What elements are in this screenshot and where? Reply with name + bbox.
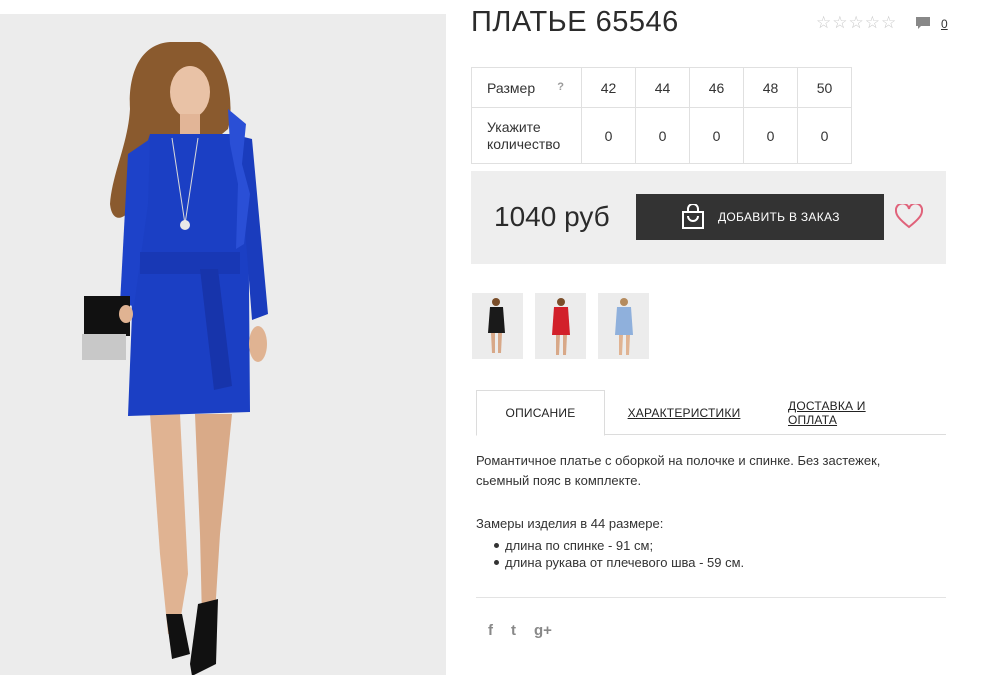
social-share: f t g+ [488,622,552,639]
list-item: длина рукава от плечевого шва - 59 см. [493,555,745,570]
star-icon[interactable]: ☆ [865,14,880,31]
facebook-icon[interactable]: f [488,622,493,639]
size-option: 42 [581,67,636,108]
add-to-order-button[interactable]: ДОБАВИТЬ В ЗАКАЗ [636,194,884,240]
price: 1040 руб [494,201,610,232]
size-option: 44 [635,67,690,108]
quantity-input[interactable]: 0 [689,107,744,164]
shopping-bag-icon [682,204,704,229]
product-tabs: ОПИСАНИЕ ХАРАКТЕРИСТИКИ ДОСТАВКА И ОПЛАТ… [476,390,946,436]
description-text: Романтичное платье с оборкой на полочке … [476,453,881,488]
divider [476,597,946,598]
size-label-cell: Размер ? [471,67,582,108]
heart-icon[interactable] [895,204,923,229]
thumbnail-black-dress[interactable] [472,293,523,359]
product-main-photo[interactable] [0,14,446,675]
thumbnail-light-blue-dress[interactable] [598,293,649,359]
comment-count[interactable]: 0 [941,16,948,32]
list-item: длина по спинке - 91 см; [493,537,744,554]
comments-link[interactable]: 0 [915,16,948,32]
tab-description[interactable]: ОПИСАНИЕ [476,390,605,436]
measurements-list: длина по спинке - 91 см; длина рукава от… [493,537,745,571]
size-table: Размер ? 42 44 46 48 50 Укажите количест… [471,67,852,164]
rating-stars[interactable]: ☆ ☆ ☆ ☆ ☆ [816,14,896,31]
google-plus-icon[interactable]: g+ [534,622,552,639]
measurements-title: Замеры изделия в 44 размере: [476,516,664,531]
twitter-icon[interactable]: t [511,622,516,639]
size-help-icon[interactable]: ? [557,81,564,93]
thumbnail-red-dress[interactable] [535,293,586,359]
star-icon[interactable]: ☆ [832,14,847,31]
product-title: ПЛАТЬЕ 65546 [471,6,679,38]
quantity-input[interactable]: 0 [635,107,690,164]
quantity-label: Укажите количество [487,118,561,152]
star-icon[interactable]: ☆ [881,14,896,31]
size-option: 46 [689,67,744,108]
size-option: 50 [797,67,852,108]
tab-delivery-payment[interactable]: ДОСТАВКА И ОПЛАТА [788,390,912,435]
tab-characteristics[interactable]: ХАРАКТЕРИСТИКИ [628,390,741,435]
quantity-input[interactable]: 0 [743,107,798,164]
comment-icon [916,17,930,29]
star-icon[interactable]: ☆ [816,14,831,31]
star-icon[interactable]: ☆ [849,14,864,31]
size-label: Размер [487,79,536,96]
quantity-label-cell: Укажите количество [471,107,582,164]
quantity-input[interactable]: 0 [797,107,852,164]
buy-box: 1040 руб ДОБАВИТЬ В ЗАКАЗ [471,171,946,264]
size-option: 48 [743,67,798,108]
color-thumbnails [472,293,649,359]
add-to-order-label: ДОБАВИТЬ В ЗАКАЗ [718,210,840,224]
quantity-input[interactable]: 0 [581,107,636,164]
